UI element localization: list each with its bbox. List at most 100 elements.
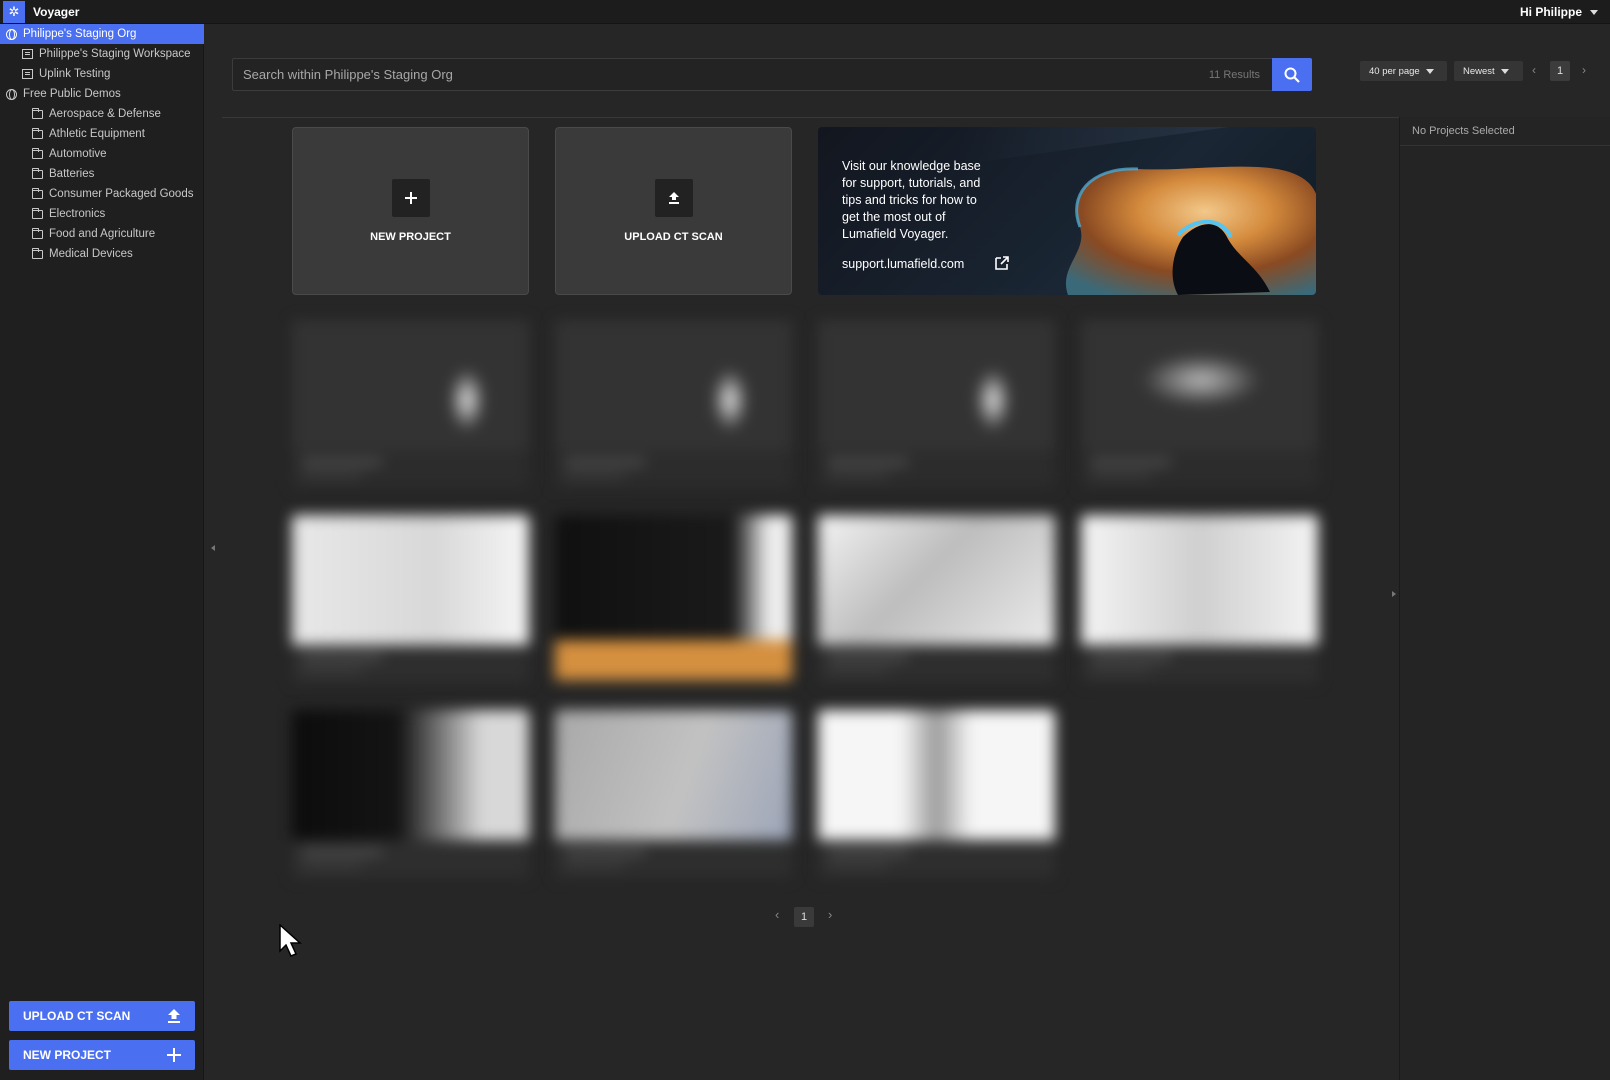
project-card[interactable] [555, 515, 792, 683]
sort-label: Newest [1463, 65, 1495, 77]
project-card[interactable] [292, 710, 529, 878]
sidebar-item-label: Uplink Testing [39, 68, 111, 80]
sidebar-item-automotive[interactable]: Automotive [0, 144, 204, 164]
upload-ct-scan-button[interactable]: UPLOAD CT SCAN [9, 1001, 195, 1031]
sort-dropdown[interactable]: Newest [1454, 61, 1523, 81]
project-card[interactable] [1081, 320, 1318, 488]
project-title [302, 653, 382, 661]
voyager-logo-icon[interactable]: ✲ [3, 0, 25, 23]
mouse-cursor-icon [279, 924, 302, 957]
next-page-icon[interactable]: › [828, 907, 832, 922]
folder-icon [32, 207, 43, 220]
details-panel-title: No Projects Selected [1412, 125, 1515, 137]
chevron-down-icon [1500, 68, 1509, 74]
per-page-dropdown[interactable]: 40 per page [1360, 61, 1447, 81]
sidebar-item-batteries[interactable]: Batteries [0, 164, 204, 184]
project-meta [828, 667, 888, 673]
new-project-button[interactable]: NEW PROJECT [9, 1040, 195, 1070]
project-meta [302, 667, 362, 673]
project-card[interactable] [292, 320, 529, 488]
project-meta [828, 472, 888, 478]
sidebar-item-label: Athletic Equipment [49, 128, 145, 140]
sidebar-item-label: Aerospace & Defense [49, 108, 161, 120]
sidebar: Philippe's Staging Org Philippe's Stagin… [0, 24, 204, 1080]
sidebar-item-staging-workspace[interactable]: Philippe's Staging Workspace [0, 44, 204, 64]
project-thumbnail [1081, 515, 1318, 645]
project-card[interactable] [818, 515, 1055, 683]
project-title [302, 458, 382, 466]
project-title [302, 848, 382, 856]
project-title [828, 653, 908, 661]
project-thumbnail [818, 515, 1055, 645]
project-card[interactable] [292, 515, 529, 683]
sidebar-item-consumer-packaged-goods[interactable]: Consumer Packaged Goods [0, 184, 204, 204]
project-highlight [555, 640, 792, 680]
sidebar-item-free-public-demos[interactable]: Free Public Demos [0, 84, 204, 104]
project-card[interactable] [818, 320, 1055, 488]
project-card[interactable] [818, 710, 1055, 878]
globe-icon [6, 28, 17, 40]
divider [1400, 145, 1610, 146]
project-thumbnail [555, 515, 792, 645]
prev-page-icon[interactable]: ‹ [775, 907, 779, 922]
project-title [828, 458, 908, 466]
top-bar: ✲ Voyager Hi Philippe [0, 0, 1610, 24]
prev-page-icon[interactable]: ‹ [1532, 63, 1536, 77]
divider [222, 117, 1399, 118]
new-project-label: NEW PROJECT [23, 1048, 112, 1062]
sidebar-item-athletic-equipment[interactable]: Athletic Equipment [0, 124, 204, 144]
new-project-card-label: NEW PROJECT [370, 231, 451, 243]
search-button[interactable] [1272, 58, 1312, 91]
sidebar-item-label: Consumer Packaged Goods [49, 188, 194, 200]
project-title [1091, 653, 1171, 661]
sidebar-item-label: Automotive [49, 148, 107, 160]
project-thumbnail [292, 710, 529, 840]
folder-icon [32, 247, 43, 260]
collapse-details-handle[interactable] [1392, 591, 1396, 597]
sidebar-item-label: Food and Agriculture [49, 228, 156, 240]
project-card[interactable] [555, 320, 792, 488]
user-greeting: Hi Philippe [1519, 5, 1582, 19]
page-number[interactable]: 1 [794, 907, 814, 927]
search-icon [1284, 67, 1300, 83]
folder-icon [32, 227, 43, 240]
search-input[interactable] [233, 67, 1209, 82]
sidebar-item-uplink-testing[interactable]: Uplink Testing [0, 64, 204, 84]
folder-icon [32, 167, 43, 180]
project-meta [302, 862, 362, 868]
sidebar-item-food-agriculture[interactable]: Food and Agriculture [0, 224, 204, 244]
next-page-icon[interactable]: › [1582, 63, 1586, 77]
external-link-icon[interactable] [994, 255, 1010, 271]
collapse-sidebar-handle[interactable] [211, 545, 215, 551]
chevron-down-icon [1425, 68, 1434, 74]
upload-ct-scan-card[interactable]: UPLOAD CT SCAN [555, 127, 792, 295]
project-meta [1091, 472, 1151, 478]
page-number[interactable]: 1 [1550, 61, 1570, 81]
project-thumbnail [555, 320, 792, 450]
project-card[interactable] [1081, 515, 1318, 683]
search-bar: 11 Results [232, 58, 1312, 91]
folder-icon [32, 187, 43, 200]
sidebar-item-medical-devices[interactable]: Medical Devices [0, 244, 204, 264]
new-project-card[interactable]: NEW PROJECT [292, 127, 529, 295]
support-link[interactable]: support.lumafield.com [842, 257, 964, 271]
sidebar-item-electronics[interactable]: Electronics [0, 204, 204, 224]
sidebar-item-aerospace-defense[interactable]: Aerospace & Defense [0, 104, 204, 124]
folder-icon [32, 147, 43, 160]
workspace-icon [22, 49, 33, 60]
project-title [565, 458, 645, 466]
user-menu[interactable]: Hi Philippe [1520, 5, 1598, 19]
project-thumbnail [818, 710, 1055, 840]
details-panel: No Projects Selected [1399, 117, 1610, 1080]
project-thumbnail [818, 320, 1055, 450]
sidebar-item-label: Philippe's Staging Org [23, 28, 137, 40]
sidebar-item-staging-org[interactable]: Philippe's Staging Org [0, 24, 204, 44]
project-card[interactable] [555, 710, 792, 878]
project-meta [565, 862, 625, 868]
project-meta [302, 472, 362, 478]
project-meta [1091, 667, 1151, 673]
per-page-label: 40 per page [1369, 65, 1420, 77]
workspace-icon [22, 69, 33, 80]
project-thumbnail [292, 320, 529, 450]
knowledge-base-banner[interactable]: Visit our knowledge base for support, tu… [818, 127, 1316, 295]
